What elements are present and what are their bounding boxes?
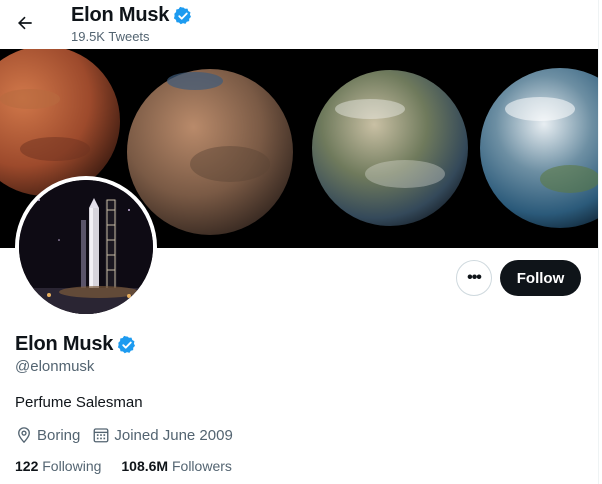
more-options-button[interactable]: ••• (456, 260, 492, 296)
back-button[interactable] (10, 8, 40, 38)
following-link[interactable]: 122 Following (15, 458, 101, 474)
profile-name: Elon Musk (15, 333, 114, 355)
location-item: Boring (15, 426, 80, 444)
header-name: Elon Musk (71, 4, 170, 26)
profile-header: Elon Musk 19.5K Tweets (0, 0, 602, 49)
verified-badge-icon (118, 335, 136, 353)
follow-button[interactable]: Follow (500, 260, 581, 296)
joined-item: Joined June 2009 (92, 426, 233, 444)
followers-count: 108.6M (121, 458, 169, 474)
followers-label: Followers (171, 458, 232, 474)
profile-bio: Perfume Salesman (15, 394, 143, 411)
header-title: Elon Musk (71, 4, 193, 27)
profile-name-row: Elon Musk (15, 333, 137, 356)
tweet-count: 19.5K Tweets (71, 29, 150, 44)
calendar-icon (93, 428, 109, 443)
verified-badge-icon (174, 6, 192, 24)
column-divider (598, 0, 599, 484)
profile-handle: @elonmusk (15, 358, 95, 375)
profile-meta: Boring Joined June 2009 (15, 426, 245, 444)
location-pin-icon (18, 427, 30, 444)
location-text: Boring (37, 426, 81, 444)
arrow-left-icon (18, 16, 32, 30)
following-label: Following (42, 458, 102, 474)
rocket-launchpad-image (19, 180, 153, 314)
planet-terraforming-stage-2 (312, 70, 468, 226)
followers-link[interactable]: 108.6M Followers (121, 458, 232, 474)
avatar-image (19, 180, 153, 314)
joined-text: Joined June 2009 (114, 426, 233, 444)
following-count: 122 (15, 458, 39, 474)
avatar[interactable] (15, 176, 157, 318)
follow-stats: 122 Following 108.6M Followers (15, 458, 252, 474)
